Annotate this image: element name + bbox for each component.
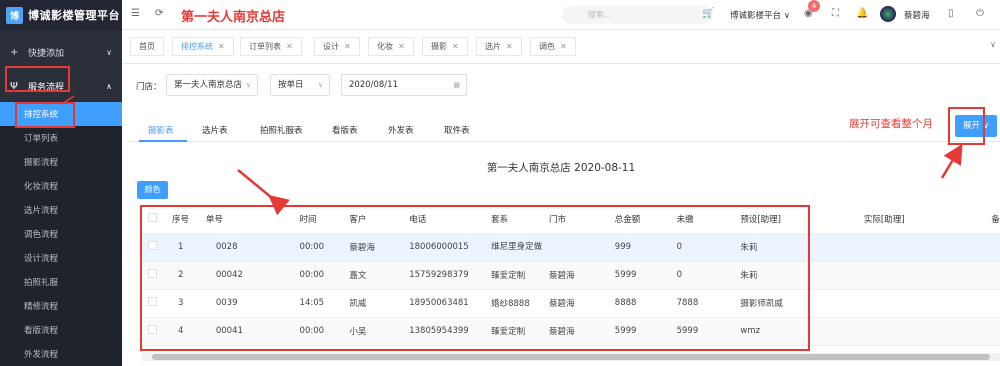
date-value: 2020/08/11 [349, 80, 398, 90]
close-icon[interactable]: ✕ [398, 42, 405, 51]
color-button[interactable]: 颜色 [137, 181, 168, 199]
tab-gown-sheet[interactable]: 拍照礼服表 [260, 124, 303, 136]
bell-icon[interactable]: 🔔 [856, 8, 868, 19]
table-cell [857, 233, 986, 262]
sidebar-item-gown[interactable]: 拍照礼服 [0, 270, 122, 294]
platform-label: 博诚影楼平台 [730, 11, 782, 21]
sidebar-item-retouch-flow[interactable]: 精修流程 [0, 294, 122, 318]
sidebar-item-proof-flow[interactable]: 看版流程 [0, 318, 122, 342]
username[interactable]: 蔡碧海 [904, 9, 930, 21]
annotation-box-service-flow [5, 66, 70, 92]
refresh-icon[interactable]: ⟳ [155, 8, 163, 19]
chevron-down-icon: ∨ [245, 81, 251, 89]
date-picker[interactable]: 2020/08/11 ▦ [341, 74, 467, 96]
tab-label: 选片 [485, 42, 501, 51]
chevron-up-icon: ∧ [106, 81, 112, 91]
tab-label: 设计 [323, 42, 339, 51]
table-cell [857, 289, 986, 318]
close-icon[interactable]: ✕ [344, 42, 351, 51]
tab-selection[interactable]: 选片 ✕ [476, 37, 522, 56]
tab-label: 排控系统 [181, 42, 213, 51]
avatar[interactable] [880, 6, 896, 22]
search-input[interactable]: 搜索... [562, 6, 712, 24]
annotation-box-table [140, 205, 810, 351]
tab-photography-sheet[interactable]: 摄影表 [148, 124, 174, 136]
sidebar-item-order-list[interactable]: 订单列表 [0, 126, 122, 150]
close-icon[interactable]: ✕ [218, 42, 225, 51]
tab-selection-sheet[interactable]: 选片表 [202, 124, 228, 136]
horizontal-scrollbar[interactable] [142, 353, 1000, 361]
logo-icon: 博 [6, 6, 23, 24]
cart-icon[interactable]: 🛒 [702, 8, 714, 19]
tab-pickup-sheet[interactable]: 取件表 [444, 124, 470, 136]
chevron-down-icon[interactable]: ∨ [990, 40, 996, 49]
chevron-down-icon: ∨ [317, 81, 323, 89]
close-icon[interactable]: ✕ [506, 42, 513, 51]
tab-design[interactable]: 设计 ✕ [314, 37, 360, 56]
table-cell [985, 261, 1000, 290]
sidebar-item-design-flow[interactable]: 设计流程 [0, 246, 122, 270]
sidebar-item-outsource-flow[interactable]: 外发流程 [0, 342, 122, 366]
annotation-note: 展开可查看整个月 [849, 118, 933, 130]
sidebar-item-selection-flow[interactable]: 选片流程 [0, 198, 122, 222]
column-header[interactable]: 实际[助理] [857, 206, 986, 234]
sidebar-item-photography-flow[interactable]: 摄影流程 [0, 150, 122, 174]
tab-color[interactable]: 调色 ✕ [530, 37, 576, 56]
table-cell [985, 233, 1000, 262]
tab-label: 化妆 [377, 42, 393, 51]
tab-home[interactable]: 首页 [130, 37, 164, 56]
store-select[interactable]: 第一夫人南京总店 ∨ [166, 74, 258, 96]
tab-label: 摄影 [431, 42, 447, 51]
fullscreen-icon[interactable]: ⛶ [832, 8, 839, 19]
store-filter-label: 门店： [136, 82, 162, 92]
table-cell [857, 261, 986, 290]
active-tab-indicator [139, 140, 187, 142]
close-icon[interactable]: ✕ [286, 42, 293, 51]
main-content: 门店： 第一夫人南京总店 ∨ 按单日 ∨ 2020/08/11 ▦ 摄影表 选片表 拍… [122, 64, 1000, 366]
store-title: 第一夫人南京总店 [181, 10, 286, 25]
power-icon[interactable]: ⏻ [976, 8, 984, 19]
sidebar-item-label: 快捷添加 [28, 48, 65, 59]
sidebar-item-quick-add[interactable]: + 快捷添加 ∨ [0, 40, 122, 64]
close-icon[interactable]: ✕ [560, 42, 567, 51]
notification-badge: 4 [808, 0, 820, 12]
tab-makeup[interactable]: 化妆 ✕ [368, 37, 414, 56]
scrollbar-thumb[interactable] [152, 354, 990, 360]
annotation-box-expand [948, 107, 985, 145]
tab-label: 首页 [139, 42, 155, 51]
plus-icon: + [10, 46, 19, 58]
table-cell [985, 289, 1000, 318]
annotation-box-schedule [15, 102, 75, 128]
report-title: 第一夫人南京总店 2020-08-11 [486, 162, 636, 174]
sidebar-item-makeup-flow[interactable]: 化妆流程 [0, 174, 122, 198]
store-select-value: 第一夫人南京总店 [174, 80, 243, 90]
tab-strip: 首页 排控系统 ✕ 订单列表 ✕ 设计 ✕ 化妆 ✕ 摄影 ✕ 选片 ✕ 调色 ✕ ∨ [122, 30, 1000, 64]
tab-order-list[interactable]: 订单列表 ✕ [240, 37, 302, 56]
phone-icon[interactable]: ▯ [948, 8, 954, 19]
top-bar: ☰ ⟳ 第一夫人南京总店 搜索... 🛒 博诚影楼平台 ∨ ◉ 4 ⛶ 🔔 蔡碧… [122, 0, 1000, 30]
chevron-down-icon: ∨ [106, 47, 112, 57]
tab-schedule-system[interactable]: 排控系统 ✕ [172, 37, 234, 56]
mode-select-value: 按单日 [278, 80, 304, 90]
sidebar: 博 博诚影楼管理平台 + 快捷添加 ∨ Ψ 服务流程 ∧ 排控系统 订单列表 摄… [0, 0, 122, 366]
tab-label: 订单列表 [249, 42, 281, 51]
close-icon[interactable]: ✕ [452, 42, 459, 51]
tab-outsource-sheet[interactable]: 外发表 [388, 124, 414, 136]
tab-label: 调色 [539, 42, 555, 51]
mode-select[interactable]: 按单日 ∨ [270, 74, 330, 96]
calendar-icon: ▦ [453, 81, 460, 89]
tab-photography[interactable]: 摄影 ✕ [422, 37, 468, 56]
app-name: 博诚影楼管理平台 [28, 9, 120, 22]
platform-selector[interactable]: 博诚影楼平台 ∨ [730, 9, 790, 21]
app-logo: 博 博诚影楼管理平台 [0, 0, 122, 30]
tab-proof-sheet[interactable]: 看版表 [332, 124, 358, 136]
column-header[interactable]: 备 [985, 206, 1000, 234]
menu-toggle-icon[interactable]: ☰ [131, 8, 140, 19]
sidebar-item-color-flow[interactable]: 调色流程 [0, 222, 122, 246]
table-cell [985, 317, 1000, 346]
table-cell [857, 317, 986, 346]
